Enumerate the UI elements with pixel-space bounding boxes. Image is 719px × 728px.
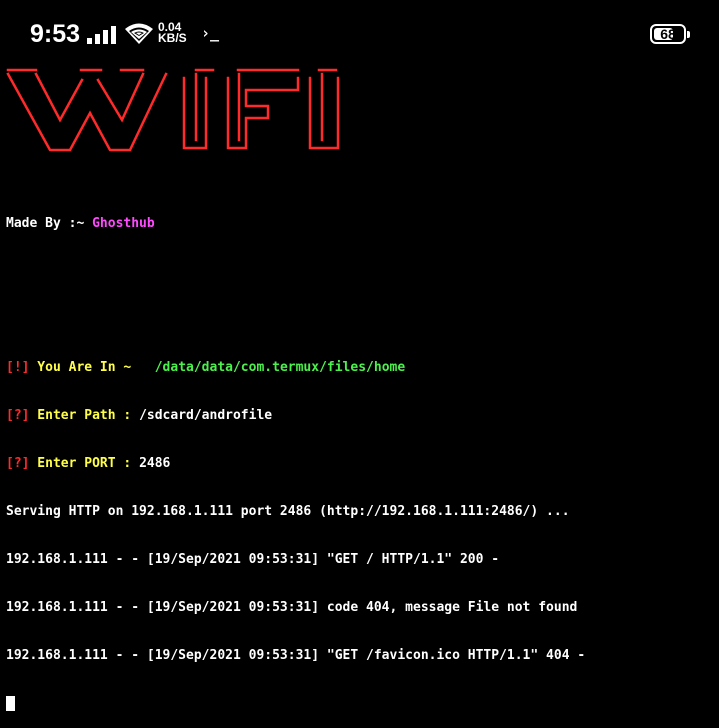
path-label: Enter Path : (29, 408, 140, 423)
network-speed: 0.04 KB/S (158, 21, 187, 45)
author-line: Made By :~ Ghosthub (6, 216, 585, 232)
speed-unit: KB/S (158, 31, 187, 45)
location-label: You Are In ~ (29, 360, 155, 375)
log-line: 192.168.1.111 - - [19/Sep/2021 09:53:31]… (6, 552, 500, 567)
location-tag: [!] (6, 360, 30, 375)
port-label: Enter PORT : (29, 456, 140, 471)
log-line: 192.168.1.111 - - [19/Sep/2021 09:53:31]… (6, 648, 586, 663)
author-name: Ghosthub (92, 216, 155, 231)
terminal-output: Made By :~ Ghosthub [!] You Are In ~ /da… (6, 184, 585, 728)
clock: 9:53 (30, 20, 81, 48)
signal-icon (87, 26, 116, 44)
location-path: /data/data/com.termux/files/home (154, 360, 406, 375)
author-prefix: Made By :~ (6, 216, 93, 231)
battery-level: 68 (660, 26, 676, 42)
terminal-cursor[interactable] (6, 696, 15, 711)
wifi-ascii-banner (6, 68, 340, 152)
port-line: [?] Enter PORT : 2486 (6, 456, 585, 472)
log-line: 192.168.1.111 - - [19/Sep/2021 09:53:31]… (6, 600, 578, 615)
path-value: /sdcard/androfile (139, 408, 273, 423)
port-tag: [?] (6, 456, 30, 471)
port-value: 2486 (139, 456, 171, 471)
path-tag: [?] (6, 408, 30, 423)
log-line: Serving HTTP on 192.168.1.111 port 2486 … (6, 504, 570, 519)
path-line: [?] Enter Path : /sdcard/androfile (6, 408, 585, 424)
input-line[interactable] (6, 696, 585, 712)
location-line: [!] You Are In ~ /data/data/com.termux/f… (6, 360, 585, 376)
wifi-icon (125, 23, 153, 44)
terminal-prompt-icon: ›_ (201, 24, 220, 42)
battery-icon: 68 (650, 24, 690, 44)
